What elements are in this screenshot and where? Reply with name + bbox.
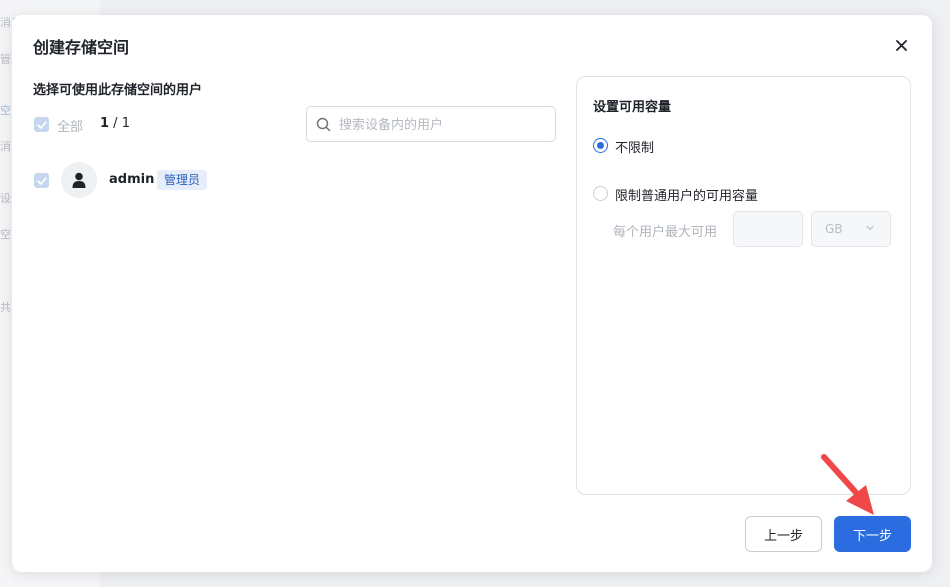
total-count: 1 (121, 116, 130, 131)
selection-count: 1 / 1 (100, 116, 130, 131)
select-all-label: 全部 (57, 120, 84, 135)
annotation-arrow-icon (821, 454, 874, 515)
capacity-title: 设置可用容量 (593, 100, 672, 115)
check-icon (36, 176, 47, 185)
close-icon (895, 39, 907, 51)
next-step-button[interactable]: 下一步 (834, 516, 911, 552)
create-storage-dialog: 创建存储空间 选择可使用此存储空间的用户 全部 1 / 1 admin 管理员 (12, 15, 932, 572)
avatar (61, 162, 97, 198)
unit-value: GB (825, 222, 843, 236)
user-icon (72, 172, 86, 188)
per-user-max-label: 每个用户最大可用 (613, 225, 718, 240)
unit-select[interactable]: GB (811, 211, 891, 247)
prev-step-button[interactable]: 上一步 (745, 516, 822, 552)
select-all-checkbox[interactable] (34, 117, 49, 132)
limit-radio[interactable] (593, 186, 608, 201)
user-search[interactable] (306, 106, 556, 142)
limit-label[interactable]: 限制普通用户的可用容量 (615, 185, 758, 204)
chevron-down-icon (866, 225, 874, 231)
user-name: admin (109, 172, 155, 187)
close-button[interactable] (892, 36, 910, 54)
search-icon (316, 117, 331, 132)
selected-count: 1 (100, 116, 110, 131)
capacity-input[interactable] (733, 211, 803, 247)
user-checkbox[interactable] (34, 173, 49, 188)
capacity-panel: 设置可用容量 不限制 限制普通用户的可用容量 每个用户最大可用 GB (576, 76, 911, 495)
count-separator: / (109, 116, 122, 131)
users-section-title: 选择可使用此存储空间的用户 (33, 83, 203, 98)
check-icon (36, 120, 47, 129)
unlimited-label[interactable]: 不限制 (615, 137, 654, 156)
admin-badge: 管理员 (157, 170, 208, 190)
unlimited-radio[interactable] (593, 138, 608, 153)
search-input[interactable] (339, 115, 544, 135)
dialog-title: 创建存储空间 (33, 38, 130, 57)
